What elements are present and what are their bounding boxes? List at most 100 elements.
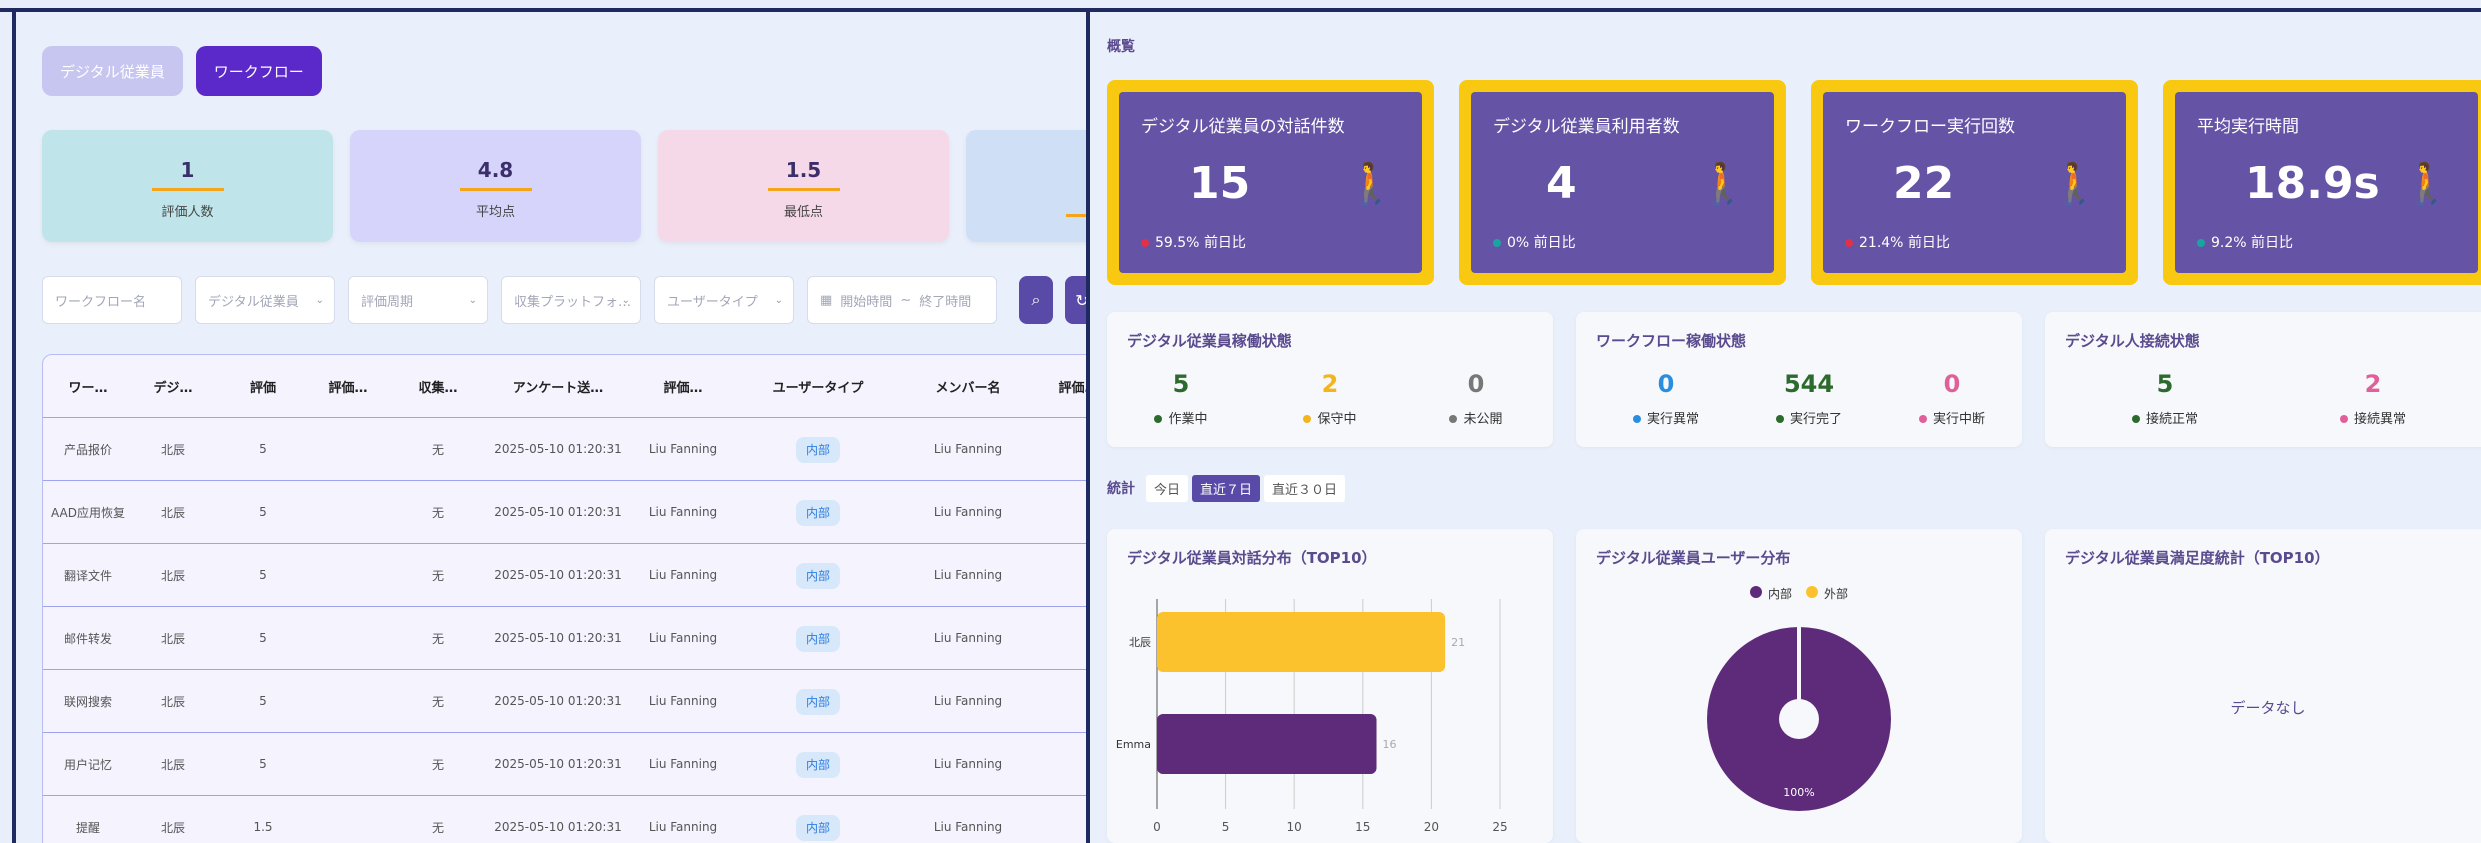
date-range-picker[interactable]: ▦ 開始時間 ~ 終了時間 [807, 276, 997, 324]
table-cell: 无 [431, 631, 444, 646]
legend-dot [1303, 415, 1312, 423]
dialog-distribution-card: デジタル従業員対話分布（TOP10） 0 5 10 15 20 25 北辰 21 Emma 16 [1107, 529, 1553, 843]
legend-dot [1154, 415, 1163, 423]
user-type-badge: 内部 [795, 688, 840, 715]
col-header[interactable]: 評価… [1038, 377, 1086, 396]
legend-dot [1449, 415, 1458, 423]
table-cell: Liu Fanning [648, 694, 718, 708]
kpi-change: 9.2% 前日比 [2197, 232, 2293, 252]
table-cell: 无 [431, 820, 444, 835]
table-cell: 用户记忆 [63, 757, 112, 772]
table-row[interactable]: 产品报价 北辰 5 无 2025-05-10 01:20:31 Liu Fanning 内部… [43, 418, 1086, 481]
status-metric: 2 接続異常 [2313, 370, 2433, 427]
y-category-label: 北辰 [1129, 636, 1151, 649]
range-today[interactable]: 今日 [1146, 475, 1189, 502]
table-cell: 5 [259, 694, 267, 708]
metric-label-text: 接続正常 [2145, 412, 2198, 427]
metric-label: 接続異常 [2313, 408, 2433, 427]
metric-label: 保守中 [1270, 408, 1390, 427]
human-connection-card: デジタル人接続状態 5 接続正常 2 接続異常 [2045, 312, 2481, 447]
table-cell: 联网搜索 [63, 694, 112, 709]
eval-period-select[interactable]: 評価周期 ⌄ [348, 276, 488, 324]
date-separator: ~ [900, 292, 912, 308]
table-row[interactable]: 联网搜索 北辰 5 无 2025-05-10 01:20:31 Liu Fanning 内部… [43, 670, 1086, 733]
kpi-workflow-runs: ワークフロー実行回数 22 🚶 21.4% 前日比 [1811, 80, 2138, 285]
kpi-title: ワークフロー実行回数 [1845, 117, 2015, 137]
trend-dot [1141, 239, 1149, 247]
platform-select[interactable]: 収集プラットフォ… ⌄ [501, 276, 641, 324]
digital-employee-select[interactable]: デジタル従業員 ⌄ [195, 276, 335, 324]
kpi-change: 0% 前日比 [1493, 232, 1576, 252]
metric-label-text: 未公開 [1463, 412, 1503, 427]
col-header[interactable]: デジ… [133, 377, 213, 396]
table-cell: 5 [259, 568, 267, 582]
table-row[interactable]: 邮件转发 北辰 5 无 2025-05-10 01:20:31 Liu Fanning 内部… [43, 607, 1086, 670]
metric-label: 接続正常 [2105, 408, 2225, 427]
table-cell: Liu Fanning [648, 505, 718, 519]
col-header[interactable]: 収集… [393, 377, 483, 396]
overview-title: 概覧 [1107, 39, 1135, 55]
stat-underline [767, 188, 840, 191]
status-metric: 0 実行異常 [1606, 370, 1726, 427]
metric-label: 実行異常 [1606, 408, 1726, 427]
range-last-30-days[interactable]: 直近３０日 [1264, 475, 1346, 502]
stat-card-minimum: 1.5 最低点 [658, 130, 949, 242]
table-cell: 无 [431, 757, 444, 772]
kpi-change-value: 21.4% [1859, 235, 1904, 251]
stat-label: 平均点 [475, 205, 515, 220]
x-tick-label: 20 [1424, 820, 1439, 834]
table-cell: Liu Fanning [933, 568, 1003, 582]
kpi-dialog-count: デジタル従業員の対話件数 15 🚶 59.5% 前日比 [1107, 80, 1434, 285]
trend-dot [2197, 239, 2205, 247]
reset-button[interactable]: ↻ [1065, 276, 1089, 324]
table-cell: AAD应用恢复 [51, 505, 125, 520]
col-header[interactable]: 評価… [633, 377, 733, 396]
card-title: デジタル人接続状態 [2065, 332, 2200, 350]
col-header[interactable]: 評価… [303, 377, 393, 396]
bar-1[interactable] [1157, 714, 1377, 774]
col-header[interactable]: アンケート送… [483, 377, 633, 396]
tab-workflow[interactable]: ワークフロー [195, 46, 322, 96]
col-header[interactable]: ワー… [43, 377, 133, 396]
stat-value: 1.5 [785, 158, 822, 182]
table-row[interactable]: 翻译文件 北辰 5 无 2025-05-10 01:20:31 Liu Fanning 内部… [43, 544, 1086, 607]
table-row[interactable]: AAD应用恢复 北辰 5 无 2025-05-10 01:20:31 Liu Fannin… [43, 481, 1086, 544]
walking-person-icon: 🚶 [1698, 161, 1748, 207]
metric-label-text: 実行完了 [1789, 412, 1842, 427]
user-type-badge: 内部 [795, 562, 840, 589]
col-header[interactable]: ユーザータイプ [733, 377, 903, 396]
status-metric: 0 実行中断 [1892, 370, 2012, 427]
table-body: 产品报价 北辰 5 无 2025-05-10 01:20:31 Liu Fanning 内部… [43, 418, 1086, 843]
metric-label: 実行中断 [1892, 408, 2012, 427]
tab-digital-employee[interactable]: デジタル従業員 [42, 46, 183, 96]
trend-dot [1493, 239, 1501, 247]
table-row[interactable]: 提醒 北辰 1.5 无 2025-05-10 01:20:31 Liu Fanning 内部… [43, 796, 1086, 843]
table-row[interactable]: 用户记忆 北辰 5 无 2025-05-10 01:20:31 Liu Fanning 内部… [43, 733, 1086, 796]
status-metric: 0 未公開 [1416, 370, 1536, 427]
x-tick-label: 25 [1492, 820, 1507, 834]
workflow-name-input[interactable]: ワークフロー名 [42, 276, 182, 324]
user-type-select[interactable]: ユーザータイプ ⌄ [654, 276, 794, 324]
search-button[interactable]: ⌕ [1019, 276, 1053, 324]
table-cell: 2025-05-10 01:20:31 [494, 505, 622, 519]
metric-value: 5 [2156, 370, 2174, 398]
bar-0[interactable] [1157, 612, 1446, 672]
range-last-7-days[interactable]: 直近７日 [1192, 475, 1261, 502]
status-metric: 544 実行完了 [1749, 370, 1869, 427]
refresh-icon: ↻ [1075, 290, 1089, 310]
kpi-change-suffix: 前日比 [2251, 235, 2294, 251]
table-cell: 无 [431, 442, 444, 457]
metric-label: 未公開 [1416, 408, 1536, 427]
kpi-change-suffix: 前日比 [1907, 235, 1950, 251]
walking-person-icon: 🚶 [2050, 161, 2100, 207]
table-cell: 北辰 [160, 757, 185, 772]
kpi-change-value: 59.5% [1155, 235, 1200, 251]
stat-value: 1 [180, 158, 195, 182]
legend-dot [2339, 415, 2348, 423]
col-header[interactable]: 評価 [223, 377, 303, 396]
select-placeholder: ユーザータイプ [667, 294, 758, 310]
satisfaction-card: デジタル従業員満足度統計（TOP10） データなし [2045, 529, 2481, 843]
user-type-badge: 内部 [795, 625, 840, 652]
metric-label-text: 実行中断 [1932, 412, 1985, 427]
col-header[interactable]: メンバー名 [903, 377, 1033, 396]
